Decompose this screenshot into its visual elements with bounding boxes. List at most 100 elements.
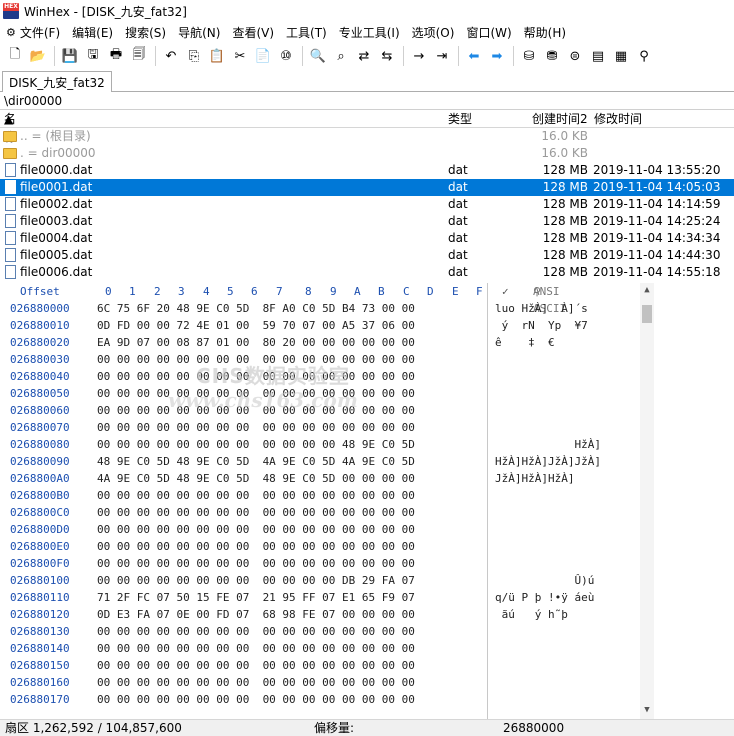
hex-column-header: 6	[251, 285, 258, 298]
file-row[interactable]: file0003.dat dat 128 MB 2019-11-04 14:25:24	[0, 213, 734, 230]
hex-offset: 026880150	[10, 659, 70, 672]
menu-item-7[interactable]: 选项(O)	[406, 24, 461, 41]
find-hex-icon[interactable]: ⌕	[330, 45, 352, 67]
hex-row[interactable]: 026880150 00 00 00 00 00 00 00 00 00 00 0…	[0, 657, 734, 674]
disk-open-icon[interactable]: ⛁	[518, 45, 540, 67]
hex-row[interactable]: 026880090 48 9E C0 5D 48 9E C0 5D 4A 9E C…	[0, 453, 734, 470]
file-row[interactable]: file0002.dat dat 128 MB 2019-11-04 14:14:59	[0, 196, 734, 213]
write-clipboard-icon[interactable]: 📄	[252, 45, 274, 67]
open-file-icon[interactable]: 📂	[27, 45, 49, 67]
search-tool-icon[interactable]: ⚲	[633, 45, 655, 67]
menu-item-5[interactable]: 工具(T)	[280, 24, 333, 41]
column-created-header[interactable]: 创建时间2	[532, 110, 588, 128]
hex-ascii: luo HžÀ] À]´s	[495, 302, 588, 315]
hex-column-header: 0	[105, 285, 112, 298]
hex-row[interactable]: 0268800B0 00 00 00 00 00 00 00 00 00 00 0…	[0, 487, 734, 504]
column-type-header[interactable]: 类型	[448, 110, 472, 128]
file-size: 128 MB	[542, 197, 588, 211]
forward-icon[interactable]: ➡	[486, 45, 508, 67]
goto-sector-icon[interactable]: ⇥	[431, 45, 453, 67]
menu-item-1[interactable]: 编辑(E)	[66, 24, 119, 41]
file-type: dat	[448, 180, 468, 194]
file-row[interactable]: . = dir00000 16.0 KB	[0, 145, 734, 162]
replace-icon[interactable]: ⇄	[353, 45, 375, 67]
replace-hex-icon[interactable]: ⇆	[376, 45, 398, 67]
hex-row[interactable]: 026880030 00 00 00 00 00 00 00 00 00 00 0…	[0, 351, 734, 368]
hex-row[interactable]: 026880040 00 00 00 00 00 00 00 00 00 00 0…	[0, 368, 734, 385]
file-row[interactable]: file0001.dat dat 128 MB 2019-11-04 14:05:03	[0, 179, 734, 196]
file-row[interactable]: file0006.dat dat 128 MB 2019-11-04 14:55:18	[0, 264, 734, 281]
menu-item-4[interactable]: 查看(V)	[226, 24, 280, 41]
scroll-down-icon[interactable]: ▼	[640, 705, 654, 717]
file-name: . = dir00000	[20, 146, 96, 160]
file-row[interactable]: file0005.dat dat 128 MB 2019-11-04 14:44:30	[0, 247, 734, 264]
hex-bytes: EA 9D 07 00 08 87 01 00 80 20 00 00 00 0…	[97, 336, 415, 349]
menu-item-2[interactable]: 搜索(S)	[119, 24, 172, 41]
disk-clone-icon[interactable]: ⛃	[541, 45, 563, 67]
column-name-header[interactable]: 名称▲	[4, 110, 16, 144]
hex-row[interactable]: 026880050 00 00 00 00 00 00 00 00 00 00 0…	[0, 385, 734, 402]
hex-row[interactable]: 026880060 00 00 00 00 00 00 00 00 00 00 0…	[0, 402, 734, 419]
tab-disk[interactable]: DISK_九安_fat32	[2, 71, 112, 92]
hex-row[interactable]: 026880010 0D FD 00 00 72 4E 01 00 59 70 0…	[0, 317, 734, 334]
scroll-thumb[interactable]	[642, 305, 652, 323]
menu-item-3[interactable]: 导航(N)	[172, 24, 226, 41]
hex-row[interactable]: 0268800E0 00 00 00 00 00 00 00 00 00 00 0…	[0, 538, 734, 555]
hex-row[interactable]: 0268800A0 4A 9E C0 5D 48 9E C0 5D 48 9E C…	[0, 470, 734, 487]
file-row[interactable]: .. = (根目录) 16.0 KB	[0, 128, 734, 145]
ram-icon[interactable]: ▤	[587, 45, 609, 67]
hex-row[interactable]: 026880080 00 00 00 00 00 00 00 00 00 00 0…	[0, 436, 734, 453]
menu-label: 窗口(W)	[466, 25, 512, 40]
column-modified-header[interactable]: 修改时间	[594, 110, 642, 128]
hex-row[interactable]: 026880110 71 2F FC 07 50 15 FE 07 21 95 F…	[0, 589, 734, 606]
file-name: file0004.dat	[20, 231, 93, 245]
hex-row[interactable]: 026880000 6C 75 6F 20 48 9E C0 5D 8F A0 C…	[0, 300, 734, 317]
hex-bytes: 00 00 00 00 00 00 00 00 00 00 00 00 00 0…	[97, 659, 415, 672]
menu-item-6[interactable]: 专业工具(I)	[333, 24, 406, 41]
hex-editor[interactable]: Offset ✓ ⚲ ANSI ASCII 0123456789ABCDEF 02…	[0, 283, 734, 719]
properties-icon[interactable]: 🗐	[128, 45, 150, 67]
hex-row[interactable]: 0268800C0 00 00 00 00 00 00 00 00 00 00 0…	[0, 504, 734, 521]
disk-wipe-icon[interactable]: ⊜	[564, 45, 586, 67]
calculator-icon[interactable]: ▦	[610, 45, 632, 67]
new-file-icon[interactable]: 🗋	[4, 45, 26, 67]
paste-icon[interactable]: 📋	[206, 45, 228, 67]
hex-offset: 026880040	[10, 370, 70, 383]
menu-item-8[interactable]: 窗口(W)	[460, 24, 517, 41]
hex-offset: 026880090	[10, 455, 70, 468]
menu-item-9[interactable]: 帮助(H)	[518, 24, 572, 41]
hex-column-header: 3	[178, 285, 185, 298]
hex-row[interactable]: 026880130 00 00 00 00 00 00 00 00 00 00 0…	[0, 623, 734, 640]
file-time: 2019-11-04 13:55:20	[593, 163, 721, 177]
print-icon[interactable]: 🖶	[105, 45, 127, 67]
copy-icon[interactable]: ⎘	[183, 45, 205, 67]
file-row[interactable]: file0000.dat dat 128 MB 2019-11-04 13:55:20	[0, 162, 734, 179]
hex-row[interactable]: 026880070 00 00 00 00 00 00 00 00 00 00 0…	[0, 419, 734, 436]
file-size: 128 MB	[542, 265, 588, 279]
hex-bytes: 00 00 00 00 00 00 00 00 00 00 00 00 00 0…	[97, 693, 415, 706]
hex-row[interactable]: 026880100 00 00 00 00 00 00 00 00 00 00 0…	[0, 572, 734, 589]
hex-row[interactable]: 026880120 0D E3 FA 07 0E 00 FD 07 68 98 F…	[0, 606, 734, 623]
hex-column-header: 8	[305, 285, 312, 298]
toolbar-separator	[403, 46, 404, 66]
find-icon[interactable]: 🔍	[307, 45, 329, 67]
hex-convert-icon[interactable]: ⑩	[275, 45, 297, 67]
hex-row[interactable]: 026880170 00 00 00 00 00 00 00 00 00 00 0…	[0, 691, 734, 708]
back-icon[interactable]: ⬅	[463, 45, 485, 67]
cut-icon[interactable]: ✂	[229, 45, 251, 67]
winhex-logo: HEX	[3, 3, 19, 19]
save-icon[interactable]: 💾	[59, 45, 81, 67]
scroll-up-icon[interactable]: ▲	[640, 285, 654, 297]
goto-offset-icon[interactable]: →	[408, 45, 430, 67]
open-disk-icon[interactable]: 🖫	[82, 45, 104, 67]
file-row[interactable]: file0004.dat dat 128 MB 2019-11-04 14:34:34	[0, 230, 734, 247]
file-type: dat	[448, 214, 468, 228]
hex-row[interactable]: 0268800F0 00 00 00 00 00 00 00 00 00 00 0…	[0, 555, 734, 572]
menu-item-0[interactable]: ⚙ 文件(F)	[0, 24, 66, 41]
hex-row[interactable]: 026880160 00 00 00 00 00 00 00 00 00 00 0…	[0, 674, 734, 691]
undo-icon[interactable]: ↶	[160, 45, 182, 67]
vertical-scrollbar[interactable]: ▲ ▼	[640, 283, 654, 719]
hex-row[interactable]: 026880020 EA 9D 07 00 08 87 01 00 80 20 0…	[0, 334, 734, 351]
hex-row[interactable]: 026880140 00 00 00 00 00 00 00 00 00 00 0…	[0, 640, 734, 657]
hex-row[interactable]: 0268800D0 00 00 00 00 00 00 00 00 00 00 0…	[0, 521, 734, 538]
